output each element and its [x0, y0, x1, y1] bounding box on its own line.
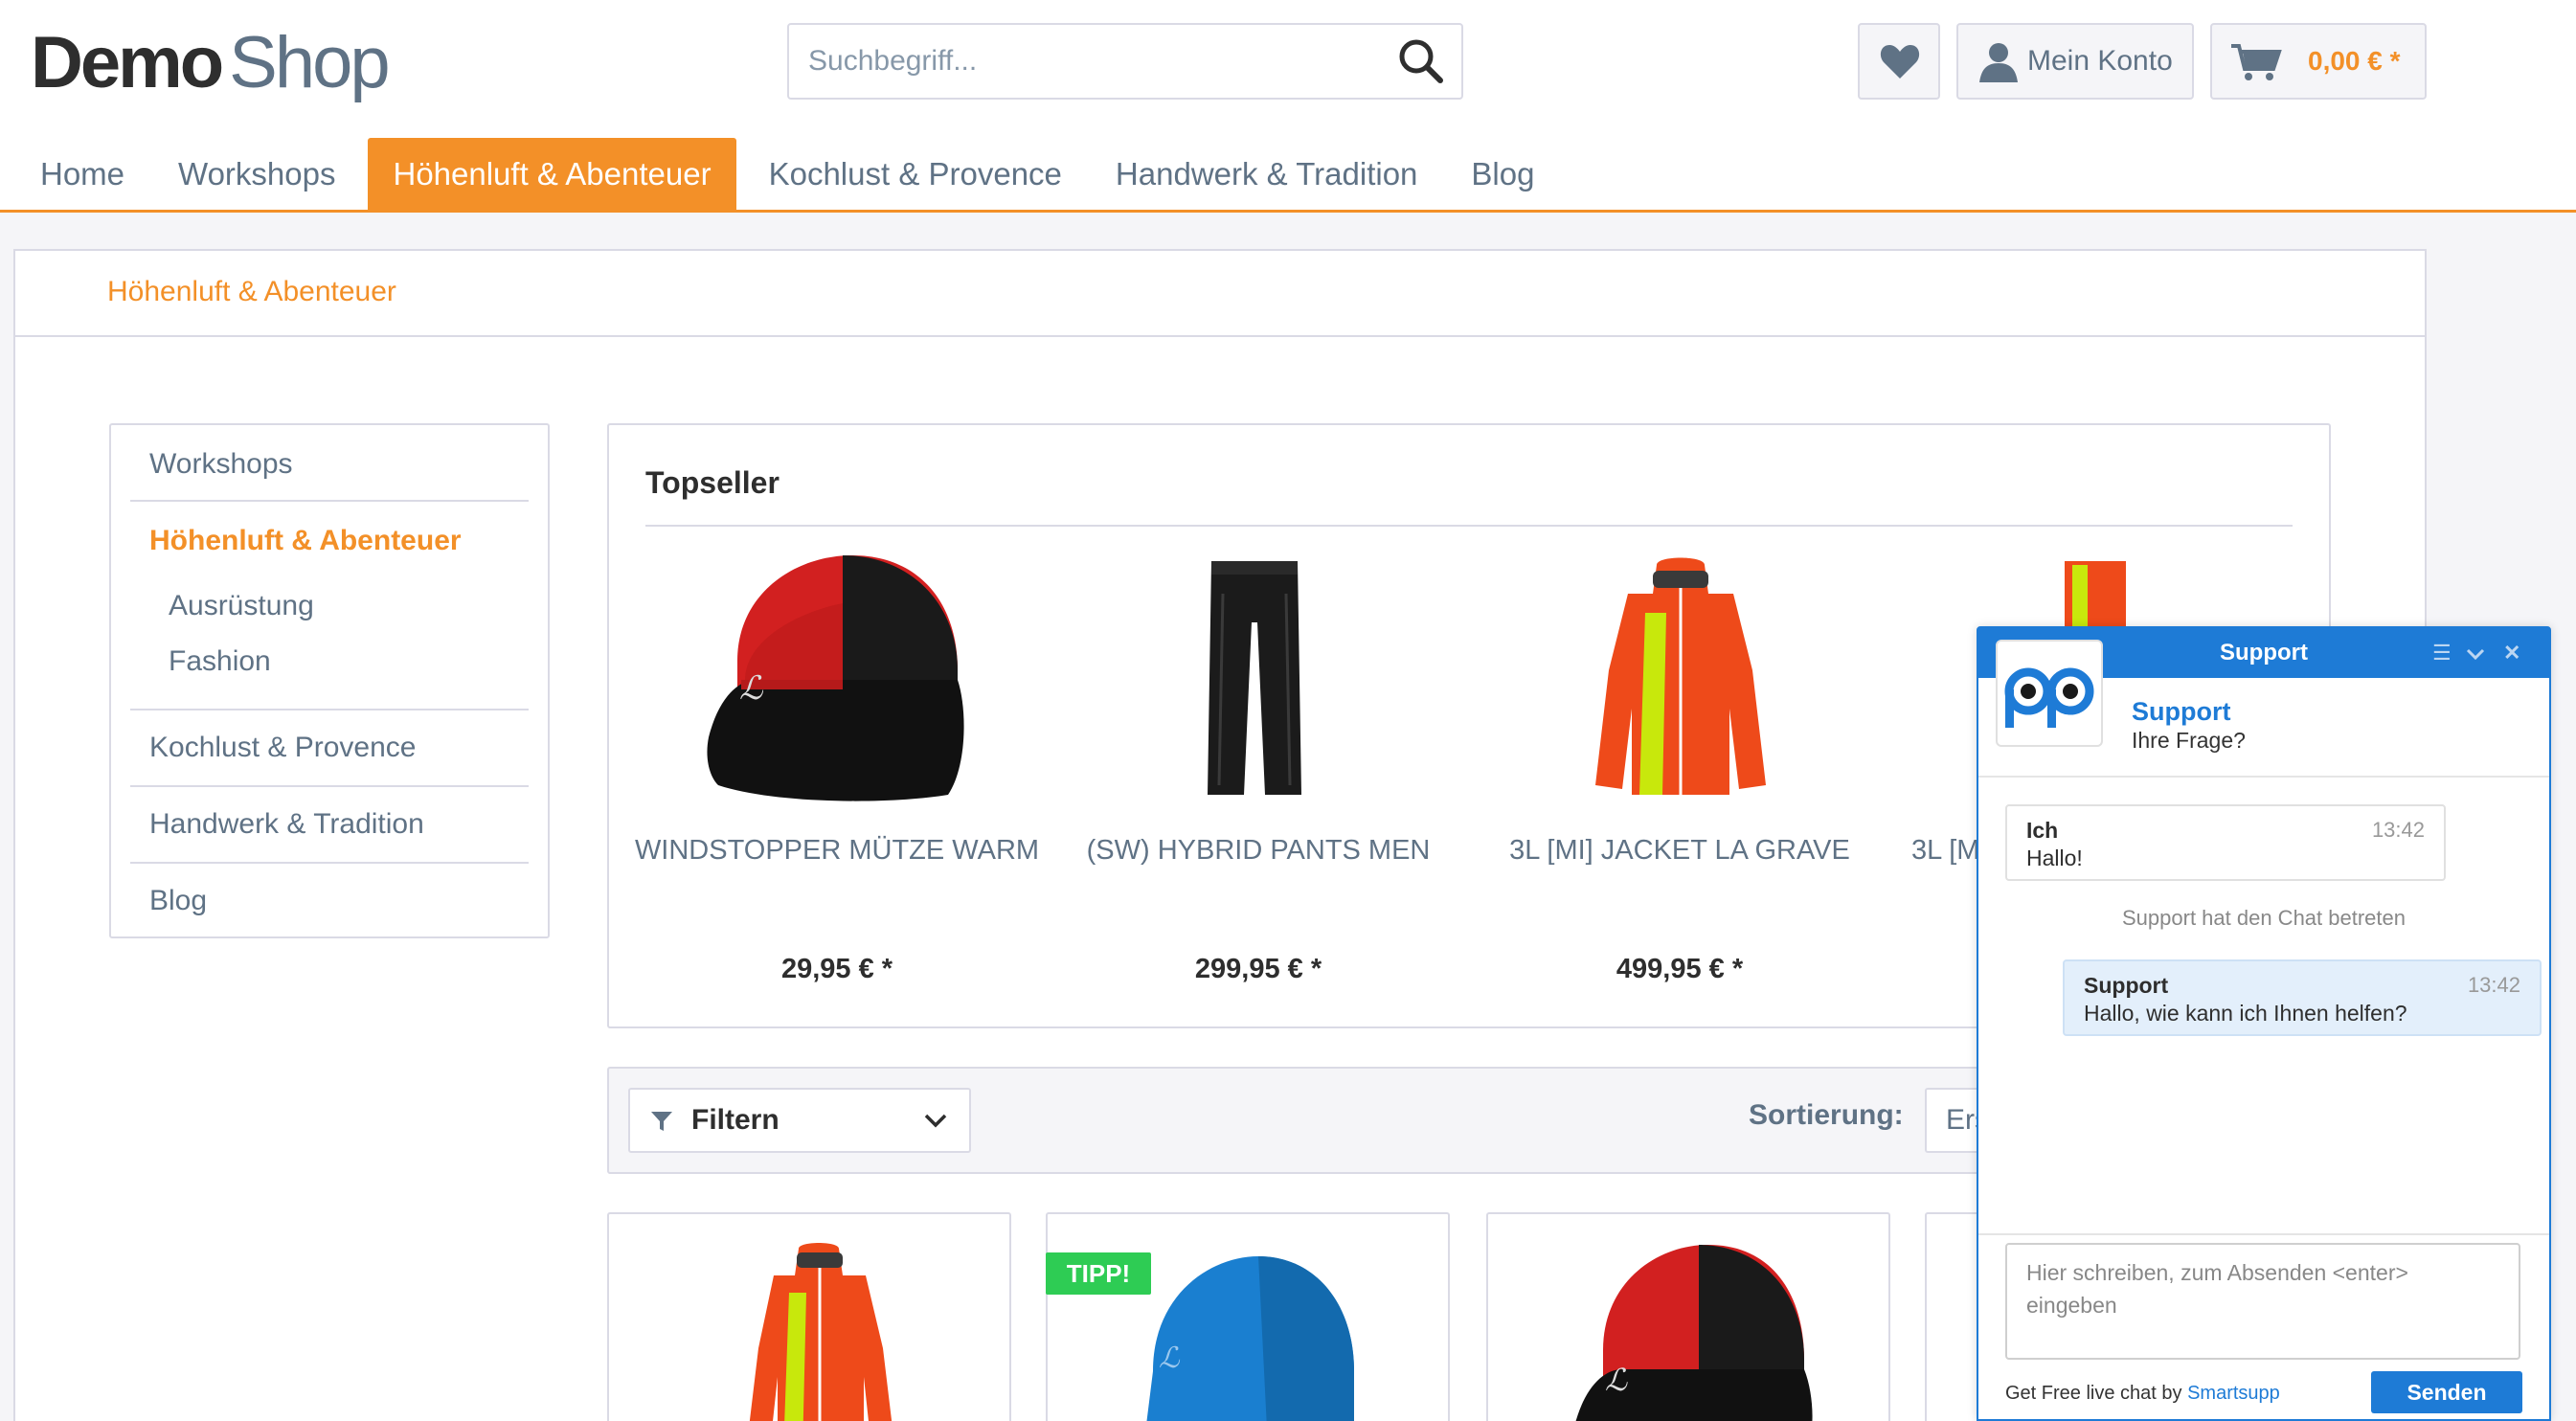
account-label: Mein Konto	[2027, 45, 2173, 77]
chat-message-input[interactable]: Hier schreiben, zum Absenden <enter> ein…	[2005, 1243, 2520, 1360]
sidebar-item-workshops[interactable]: Workshops	[149, 448, 293, 481]
filter-button[interactable]: Filtern	[628, 1088, 971, 1153]
sidebar-item-ausruestung[interactable]: Ausrüstung	[169, 590, 314, 622]
chat-powered-by: Get Free live chat by Smartsupp	[2005, 1383, 2280, 1405]
sidebar-divider	[130, 785, 529, 787]
sidebar-item-hoehenluft[interactable]: Höhenluft & Abenteuer	[149, 525, 462, 557]
search-button[interactable]	[1392, 33, 1450, 90]
logo-shop: Shop	[229, 22, 390, 103]
heart-icon	[1880, 45, 1920, 79]
nav-item-hoehenluft[interactable]: Höhenluft & Abenteuer	[368, 138, 736, 211]
close-icon[interactable]: ✕	[2503, 628, 2520, 678]
account-button[interactable]: Mein Konto	[1956, 23, 2194, 100]
topseller-divider	[645, 525, 2293, 527]
agent-subtitle: Ihre Frage?	[2132, 728, 2246, 753]
agent-avatar	[1996, 640, 2103, 747]
sidebar-item-fashion[interactable]: Fashion	[169, 645, 271, 678]
chevron-down-icon	[924, 1114, 947, 1128]
filter-label: Filtern	[691, 1104, 780, 1136]
product-price: 499,95 € *	[1616, 954, 1744, 984]
svg-text:ℒ: ℒ	[739, 670, 764, 707]
filter-icon	[651, 1112, 672, 1131]
agent-name: Support	[2132, 697, 2231, 726]
nav-item-workshops[interactable]: Workshops	[157, 138, 356, 211]
topseller-title: Topseller	[645, 465, 780, 500]
breadcrumb-divider	[13, 335, 2427, 337]
cart-total: 0,00 € *	[2308, 46, 2401, 76]
chat-message-visitor: Ich Hallo! 13:42	[2005, 804, 2446, 881]
search-input[interactable]: Suchbegriff...	[808, 25, 1364, 98]
product-name[interactable]: (SW) HYBRID PANTS MEN	[1053, 835, 1463, 867]
smartsupp-link[interactable]: Smartsupp	[2187, 1383, 2280, 1404]
search-icon	[1399, 39, 1443, 83]
cart-icon	[2231, 44, 2282, 80]
svg-text:ℒ: ℒ	[1605, 1363, 1628, 1397]
product-image-partial[interactable]	[2059, 555, 2135, 632]
message-text: Hallo, wie kann ich Ihnen helfen?	[2084, 1001, 2407, 1026]
product-image-beanie[interactable]: ℒ	[699, 546, 977, 804]
shop-logo[interactable]: Demo Shop	[31, 21, 391, 104]
main-navigation: Home Workshops Höhenluft & Abenteuer Kochlu…	[19, 138, 1567, 211]
message-time: 13:42	[2371, 818, 2425, 842]
support-chat-widget: Support ☰ ✕ Support Ihre Frage? Ich Hall…	[1977, 626, 2551, 1421]
sidebar-divider	[130, 709, 529, 710]
nav-item-blog[interactable]: Blog	[1450, 138, 1555, 211]
product-image-blue-beanie: ℒ	[1146, 1256, 1354, 1421]
nav-item-home[interactable]: Home	[19, 138, 146, 211]
chat-message-agent: Support Hallo, wie kann ich Ihnen helfen…	[2063, 959, 2542, 1036]
product-image-beanie: ℒ	[1575, 1245, 1813, 1421]
chat-send-button[interactable]: Senden	[2371, 1371, 2522, 1413]
sidebar-item-blog[interactable]: Blog	[149, 885, 207, 917]
user-icon	[1979, 43, 2018, 82]
sidebar-divider	[130, 862, 529, 864]
powered-prefix: Get Free live chat by	[2005, 1383, 2188, 1404]
product-image-jacket[interactable]	[1590, 555, 1772, 804]
message-author: Ich	[2026, 818, 2059, 843]
wishlist-button[interactable]	[1858, 23, 1940, 100]
product-price: 29,95 € *	[780, 954, 893, 984]
smartsupp-logo-icon	[2004, 667, 2094, 728]
sidebar-item-kochlust[interactable]: Kochlust & Provence	[149, 732, 416, 764]
cart-button[interactable]: 0,00 € *	[2210, 23, 2427, 100]
nav-item-handwerk[interactable]: Handwerk & Tradition	[1095, 138, 1438, 211]
menu-icon[interactable]: ☰	[2432, 628, 2452, 678]
sidebar-divider	[130, 500, 529, 502]
minimize-icon[interactable]	[2465, 628, 2486, 678]
sort-label: Sortierung:	[1749, 1099, 1904, 1131]
category-sidebar: Workshops Höhenluft & Abenteuer Ausrüstu…	[109, 423, 550, 938]
message-author: Support	[2084, 973, 2169, 998]
product-card[interactable]: ℒ	[1486, 1212, 1890, 1421]
sidebar-item-handwerk[interactable]: Handwerk & Tradition	[149, 808, 424, 841]
product-image-jacket	[749, 1243, 893, 1421]
product-card[interactable]	[607, 1212, 1011, 1421]
breadcrumb[interactable]: Höhenluft & Abenteuer	[107, 276, 396, 308]
logo-demo: Demo	[31, 22, 224, 103]
svg-text:ℒ: ℒ	[1159, 1342, 1181, 1374]
tipp-badge: TIPP!	[1046, 1252, 1151, 1295]
product-card[interactable]: ℒ	[1046, 1212, 1450, 1421]
chat-divider	[1978, 1233, 2549, 1235]
product-name[interactable]: 3L [MI] JACKET LA GRAVE	[1475, 835, 1885, 867]
product-name[interactable]: WINDSTOPPER MÜTZE WARM	[632, 835, 1042, 867]
site-header: DemoShop Suchbegriff... Mein Konto 0,00	[0, 0, 2576, 213]
message-text: Hallo!	[2026, 846, 2083, 870]
search-box: Suchbegriff...	[787, 23, 1463, 100]
chat-join-notice: Support hat den Chat betreten	[2122, 906, 2406, 930]
product-name[interactable]: 3L [M	[1911, 835, 1979, 867]
product-image-pants[interactable]	[1202, 555, 1307, 804]
message-time: 13:42	[2467, 973, 2520, 997]
product-price: 299,95 € *	[1194, 954, 1322, 984]
nav-item-kochlust[interactable]: Kochlust & Provence	[748, 138, 1083, 211]
